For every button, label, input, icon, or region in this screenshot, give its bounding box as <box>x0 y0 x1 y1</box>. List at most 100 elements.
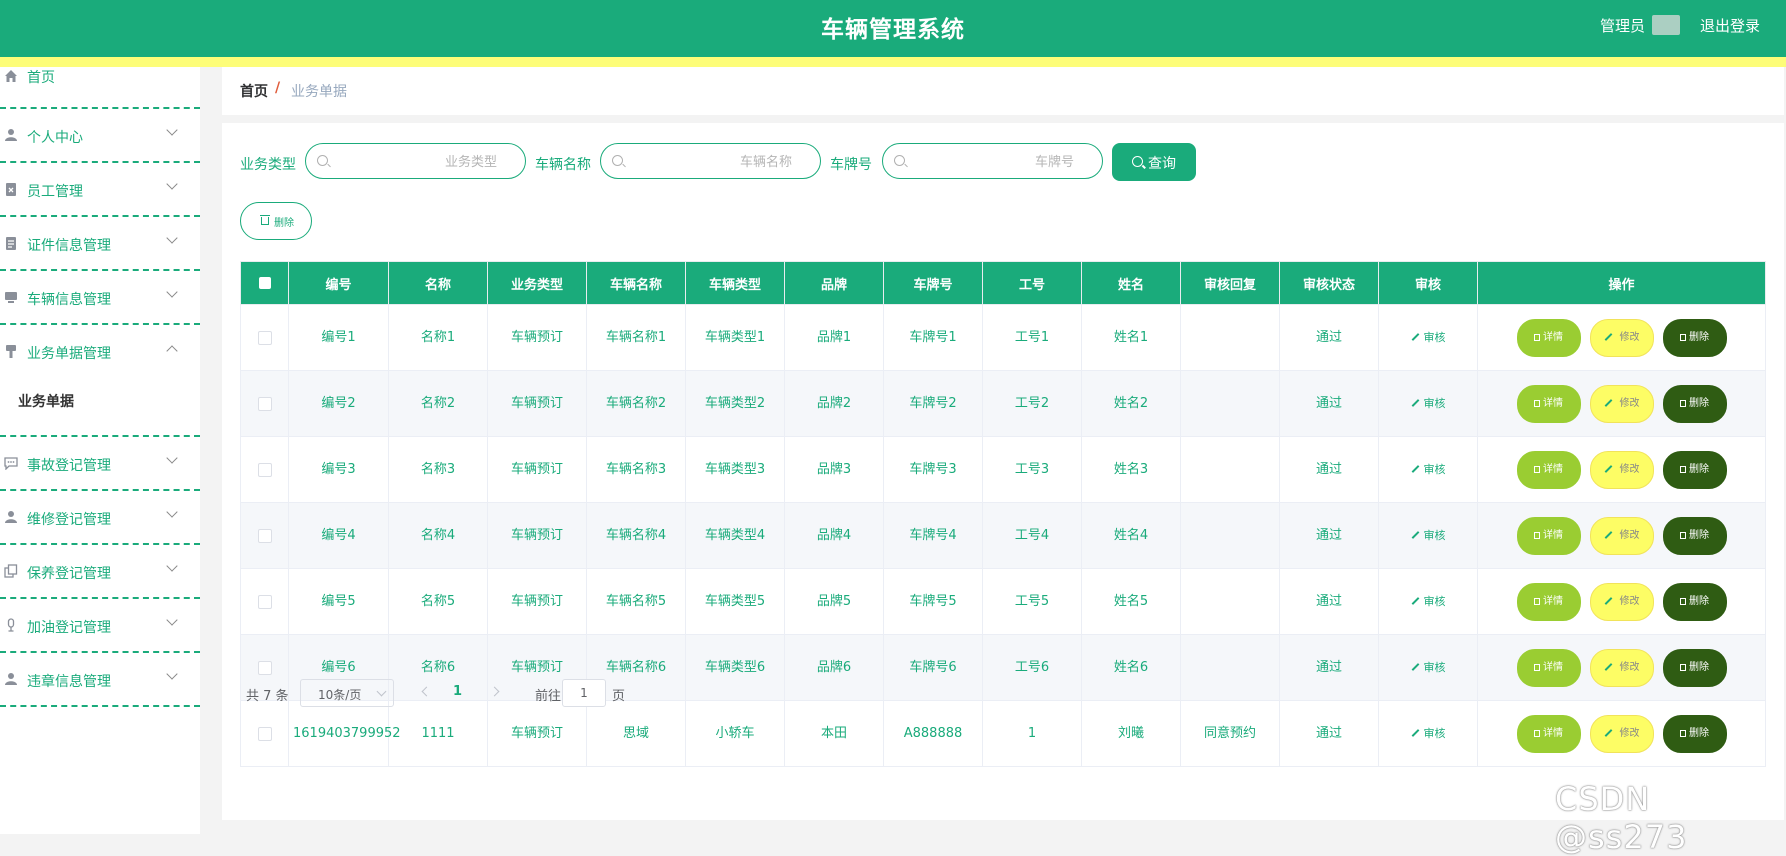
batch-delete-button[interactable]: 删除 <box>240 202 312 240</box>
edit-icon <box>1604 333 1613 342</box>
row-checkbox[interactable] <box>257 660 272 675</box>
trash-icon <box>1680 466 1686 473</box>
delete-button[interactable]: 删除 <box>1662 648 1727 687</box>
row-checkbox[interactable] <box>257 528 272 543</box>
sidebar-subitem-business-doc[interactable]: 业务单据 <box>18 391 74 411</box>
detail-button[interactable]: 详情 <box>1516 582 1581 621</box>
page-size-select[interactable]: 10条/页 <box>300 679 394 707</box>
edit-button[interactable]: 修改 <box>1589 450 1654 489</box>
table-cell: 车牌号2 <box>883 370 983 437</box>
search-vehicle-name-input[interactable] <box>629 151 794 173</box>
search-plate-field[interactable] <box>882 143 1103 179</box>
table-cell: 车辆名称1 <box>586 304 686 371</box>
audit-link[interactable]: 审核 <box>1411 331 1446 344</box>
sidebar-item-staff[interactable]: 员工管理 <box>0 163 200 217</box>
table-cell: 车辆名称3 <box>586 436 686 503</box>
edit-button[interactable]: 修改 <box>1589 318 1654 357</box>
edit-icon <box>1411 333 1420 342</box>
avatar <box>1652 15 1680 35</box>
column-header: 车牌号 <box>883 261 983 305</box>
audit-link[interactable]: 审核 <box>1411 661 1446 674</box>
sidebar-item-repairs[interactable]: 维修登记管理 <box>0 491 200 545</box>
audit-link[interactable]: 审核 <box>1411 529 1446 542</box>
prev-page-button[interactable] <box>421 686 432 697</box>
logout-button[interactable]: 退出登录 <box>1700 15 1760 36</box>
main-panel: 业务类型 车辆名称 车牌号 查询 删除 编号 名称 业务类型 <box>222 123 1784 820</box>
sidebar-item-vehicles[interactable]: 车辆信息管理 <box>0 271 200 325</box>
column-header: 审核回复 <box>1180 261 1280 305</box>
batch-delete-label: 删除 <box>274 218 294 229</box>
home-icon <box>5 70 17 82</box>
sidebar-item-maintenance[interactable]: 保养登记管理 <box>0 545 200 599</box>
search-vehicle-name-field[interactable] <box>600 143 821 179</box>
detail-button[interactable]: 详情 <box>1516 318 1581 357</box>
sidebar-item-business-docs[interactable]: 业务单据管理 业务单据 <box>0 325 200 437</box>
pagination: 共 7 条 10条/页 1 前往 页 <box>246 679 646 707</box>
detail-button[interactable]: 详情 <box>1516 516 1581 555</box>
edit-button[interactable]: 修改 <box>1589 384 1654 423</box>
delete-button[interactable]: 删除 <box>1662 318 1727 357</box>
edit-icon <box>1604 465 1613 474</box>
edit-button[interactable]: 修改 <box>1589 516 1654 555</box>
column-header: 车辆类型 <box>685 261 785 305</box>
table-cell: 车辆类型5 <box>685 568 785 635</box>
edit-button[interactable]: 修改 <box>1589 648 1654 687</box>
table-cell: 1619403799952 <box>288 700 401 767</box>
edit-icon <box>1411 399 1420 408</box>
detail-button[interactable]: 详情 <box>1516 450 1581 489</box>
table-cell: 工号4 <box>982 502 1082 569</box>
delete-button-label: 删除 <box>1689 728 1709 739</box>
sidebar-item-personal-center[interactable]: 个人中心 <box>0 109 200 163</box>
audit-link[interactable]: 审核 <box>1411 727 1446 740</box>
table-cell: 通过 <box>1279 370 1379 437</box>
table-cell: 品牌1 <box>784 304 884 371</box>
detail-button[interactable]: 详情 <box>1516 714 1581 753</box>
detail-button[interactable]: 详情 <box>1516 648 1581 687</box>
edit-button-label: 修改 <box>1619 398 1640 409</box>
row-checkbox[interactable] <box>257 594 272 609</box>
goto-page-input[interactable] <box>562 679 606 707</box>
delete-button[interactable]: 删除 <box>1662 582 1727 621</box>
audit-link[interactable]: 审核 <box>1411 595 1446 608</box>
table-cell: 名称4 <box>388 502 488 569</box>
row-checkbox[interactable] <box>257 330 272 345</box>
sidebar-item-violations[interactable]: 违章信息管理 <box>0 653 200 707</box>
detail-button[interactable]: 详情 <box>1516 384 1581 423</box>
delete-button[interactable]: 删除 <box>1662 516 1727 555</box>
breadcrumb-home[interactable]: 首页 <box>240 81 268 101</box>
edit-button[interactable]: 修改 <box>1589 582 1654 621</box>
search-plate-input[interactable] <box>911 151 1076 173</box>
row-checkbox[interactable] <box>257 462 272 477</box>
row-checkbox[interactable] <box>257 396 272 411</box>
select-all-checkbox[interactable] <box>258 277 271 289</box>
audit-link[interactable]: 审核 <box>1411 463 1446 476</box>
copy-icon <box>4 564 18 578</box>
table-cell: 车辆类型3 <box>685 436 785 503</box>
table-cell: 同意预约 <box>1180 700 1280 767</box>
breadcrumb-separator: / <box>275 80 281 96</box>
sidebar-item-refueling[interactable]: 加油登记管理 <box>0 599 200 653</box>
query-button[interactable]: 查询 <box>1112 143 1196 181</box>
document-icon <box>6 237 16 250</box>
search-label-business-type: 业务类型 <box>240 157 296 173</box>
sidebar-item-home[interactable]: 首页 <box>0 67 200 109</box>
row-checkbox[interactable] <box>257 726 272 741</box>
sidebar-item-certificates[interactable]: 证件信息管理 <box>0 217 200 271</box>
trash-icon <box>260 215 270 225</box>
page-number[interactable]: 1 <box>453 684 462 699</box>
column-header: 审核状态 <box>1279 261 1379 305</box>
table-cell: 车辆预订 <box>487 502 587 569</box>
search-business-type-field[interactable] <box>305 143 526 179</box>
column-header: 车辆名称 <box>586 261 686 305</box>
edit-button[interactable]: 修改 <box>1589 714 1654 753</box>
search-business-type-input[interactable] <box>334 151 499 173</box>
delete-button[interactable]: 删除 <box>1662 384 1727 423</box>
sidebar-item-accidents[interactable]: 事故登记管理 <box>0 437 200 491</box>
delete-button[interactable]: 删除 <box>1662 450 1727 489</box>
next-page-button[interactable] <box>489 686 500 697</box>
table-cell: A888888 <box>883 700 983 767</box>
delete-button[interactable]: 删除 <box>1662 714 1727 753</box>
audit-link[interactable]: 审核 <box>1411 397 1446 410</box>
chevron-down-icon <box>166 668 178 680</box>
microphone-icon <box>7 618 15 632</box>
